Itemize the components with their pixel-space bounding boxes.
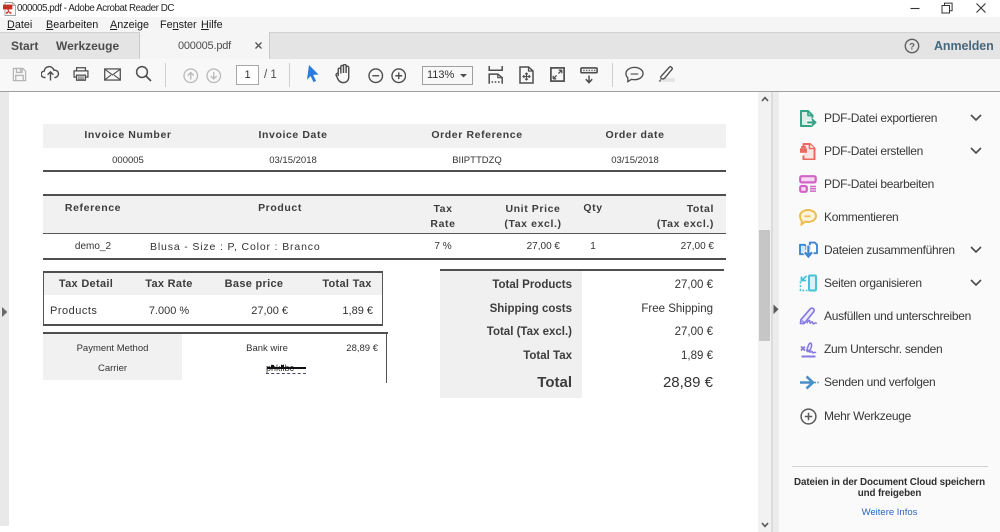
svg-text:?: ? — [909, 41, 915, 52]
